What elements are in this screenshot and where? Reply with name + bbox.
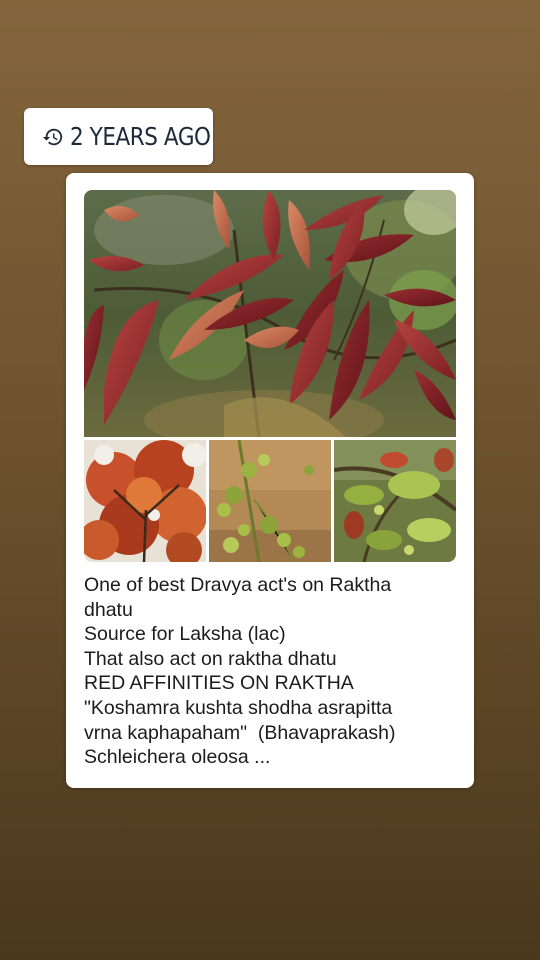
caption-line: One of best Dravya act's on Raktha xyxy=(84,574,392,596)
caption-line: vrna kaphapaham" (Bhavaprakash) xyxy=(84,721,396,744)
photo-collage[interactable] xyxy=(84,190,456,562)
flower-spikes-photo[interactable] xyxy=(209,440,331,562)
caption-line: That also act on raktha dhatu xyxy=(84,647,337,670)
caption-line: dhatu xyxy=(84,598,133,621)
post-card[interactable]: One of best Dravya act's on Raktha dhatu… xyxy=(66,173,474,788)
caption-line: Schleichera oleosa ... xyxy=(84,746,271,769)
history-icon xyxy=(42,126,64,148)
post-caption: One of best Dravya act's on Raktha dhatu… xyxy=(84,573,462,770)
tree-canopy-photo[interactable] xyxy=(84,440,206,562)
memory-time-badge: 2 YEARS AGO xyxy=(24,108,213,165)
caption-line: "Koshamra kushta shodha asrapitta xyxy=(84,696,393,719)
fruit-branch-photo[interactable] xyxy=(334,440,456,562)
red-leaves-photo[interactable] xyxy=(84,190,456,437)
memory-time-text: 2 YEARS AGO xyxy=(70,122,211,151)
caption-line: Source for Laksha (lac) xyxy=(84,623,286,646)
caption-line: RED AFFINITIES ON RAKTHA xyxy=(84,672,354,695)
